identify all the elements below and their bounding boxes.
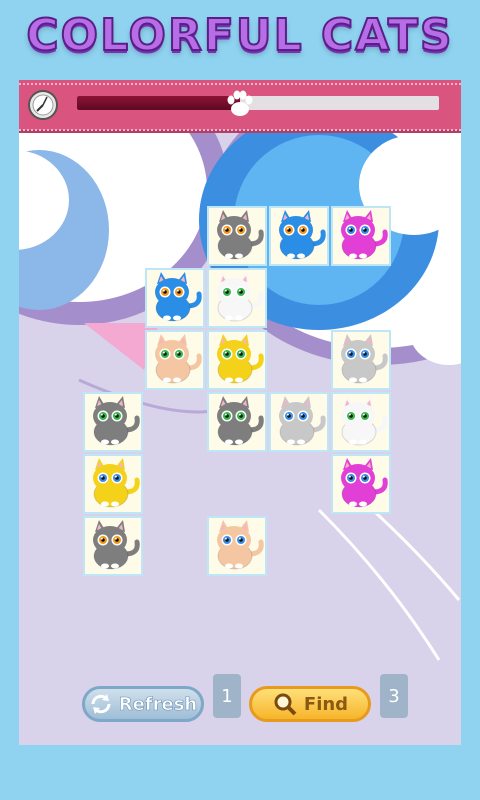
cat-icon <box>217 334 264 384</box>
cat-tile-peach[interactable] <box>207 516 267 576</box>
game-title: COLORFUL CATS <box>25 9 454 62</box>
cat-icon <box>93 396 140 446</box>
cat-tile-blue[interactable] <box>269 206 329 266</box>
refresh-count-badge: 1 <box>213 674 241 718</box>
cat-tile-blue[interactable] <box>145 268 205 328</box>
cat-tile-magenta[interactable] <box>331 206 391 266</box>
find-count-badge: 3 <box>380 674 408 718</box>
refresh-icon <box>89 692 113 716</box>
cat-icon <box>217 210 264 260</box>
timer-bar <box>19 80 461 133</box>
cat-tile-silver[interactable] <box>331 330 391 390</box>
refresh-label: Refresh <box>118 693 198 715</box>
cat-icon <box>341 334 388 384</box>
cat-tile-peach[interactable] <box>145 330 205 390</box>
timer-track <box>77 96 439 110</box>
cat-icon <box>217 396 264 446</box>
cat-icon <box>341 458 388 508</box>
cat-icon <box>93 458 140 508</box>
clock-icon <box>28 90 58 120</box>
cat-icon <box>279 396 326 446</box>
cat-icon <box>279 210 326 260</box>
cat-tile-magenta[interactable] <box>331 454 391 514</box>
cat-tile-gray[interactable] <box>83 516 143 576</box>
cat-icon <box>155 272 202 322</box>
paw-icon <box>227 90 253 116</box>
cat-tile-yellow[interactable] <box>207 330 267 390</box>
refresh-button[interactable]: Refresh <box>82 686 204 722</box>
cat-tile-gray[interactable] <box>207 206 267 266</box>
find-label: Find <box>303 693 349 715</box>
cat-icon <box>341 210 388 260</box>
cat-tile-gray[interactable] <box>207 392 267 452</box>
timer-fill <box>77 96 240 110</box>
cat-icon <box>93 520 140 570</box>
magnifier-icon <box>272 691 298 717</box>
find-button[interactable]: Find <box>249 686 371 722</box>
cat-icon <box>155 334 202 384</box>
game-board: Refresh 1 Find 3 <box>19 80 461 745</box>
cat-tile-white[interactable] <box>331 392 391 452</box>
cat-icon <box>341 396 388 446</box>
cat-icon <box>217 520 264 570</box>
cat-tile-gray[interactable] <box>83 392 143 452</box>
cat-tile-silver[interactable] <box>269 392 329 452</box>
cat-icon <box>217 272 264 322</box>
cat-tile-white[interactable] <box>207 268 267 328</box>
cat-tile-yellow[interactable] <box>83 454 143 514</box>
